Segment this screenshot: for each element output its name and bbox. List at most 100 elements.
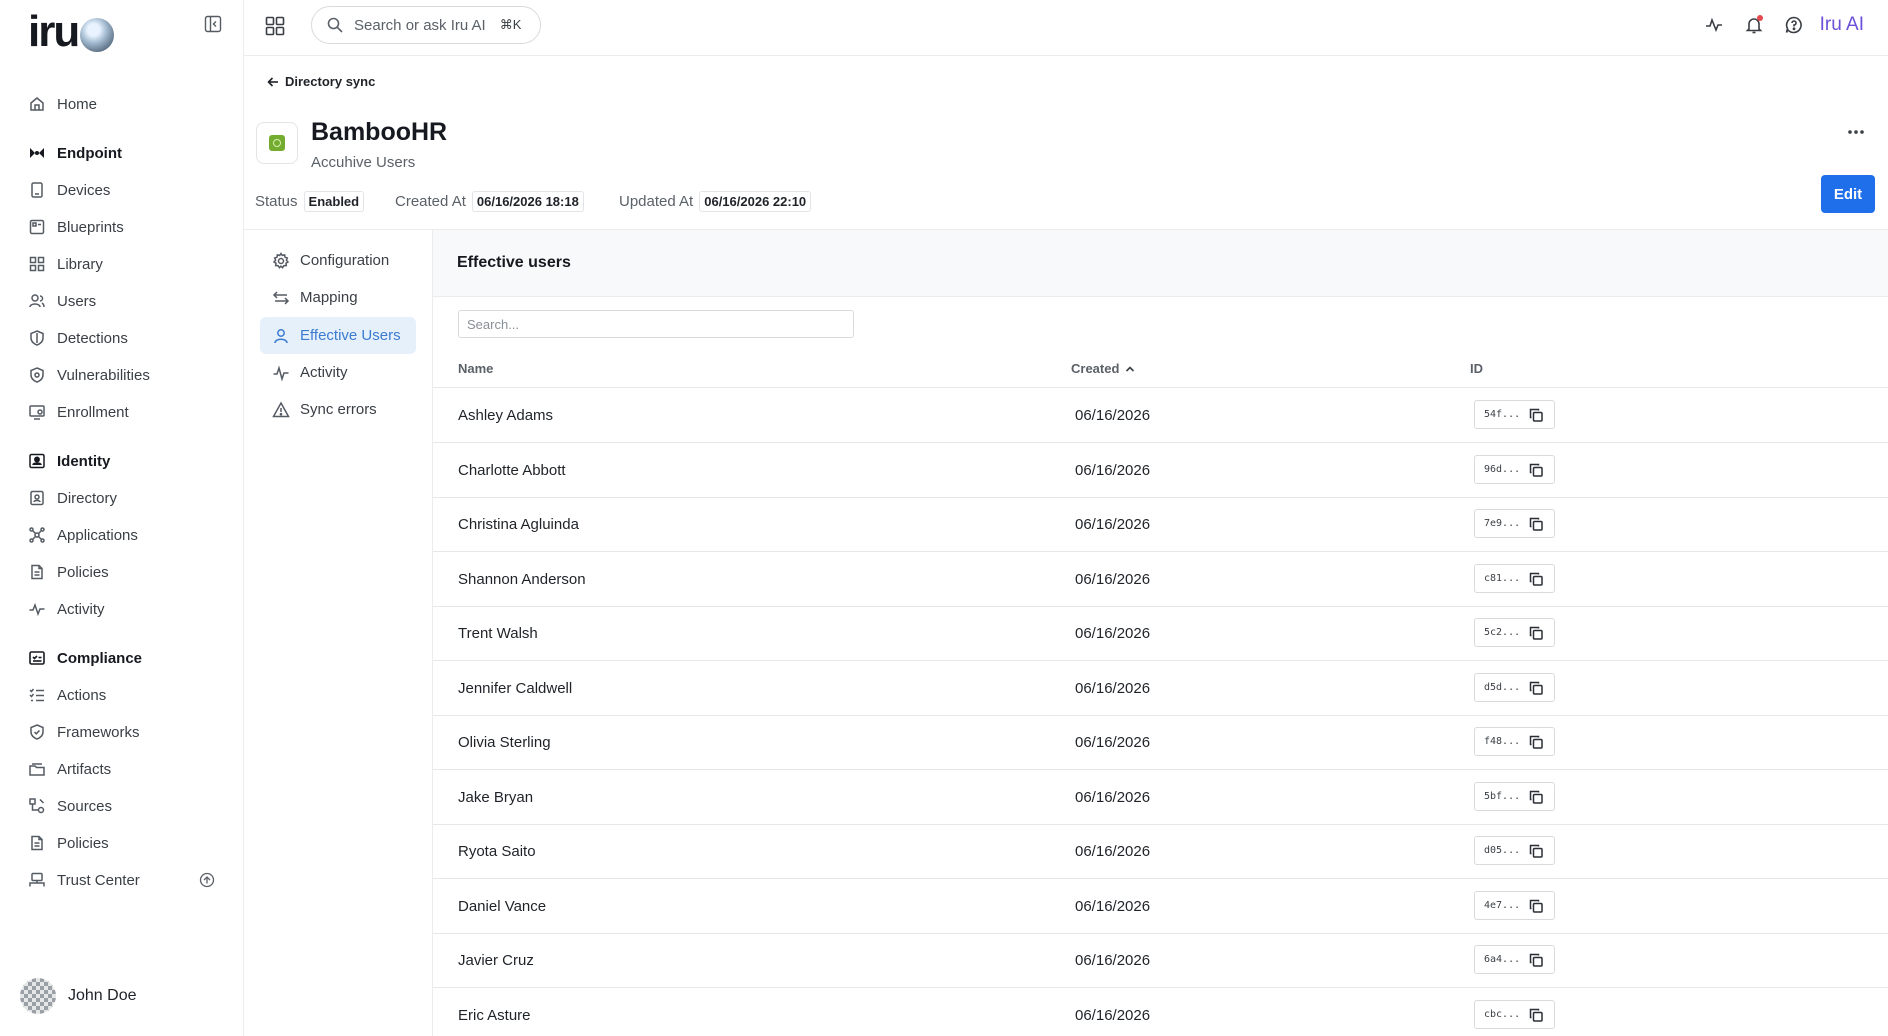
sidebar-item-trust-center[interactable]: Trust Center — [28, 868, 140, 892]
table-row[interactable]: Shannon Anderson 06/16/2026 c81... — [433, 552, 1888, 607]
notification-badge — [1756, 15, 1763, 21]
sidebar-item-label: Artifacts — [57, 760, 112, 778]
user-name-cell: Daniel Vance — [458, 898, 547, 915]
id-value: d05... — [1484, 845, 1521, 856]
copy-icon[interactable] — [1528, 952, 1544, 968]
sidebar-section-endpoint[interactable]: Endpoint — [28, 141, 122, 165]
tab-effective-users[interactable]: Effective Users — [260, 317, 416, 354]
pulse-icon — [28, 600, 46, 618]
id-chip: 5bf... — [1474, 782, 1555, 811]
copy-icon[interactable] — [1528, 407, 1544, 423]
more-options-button[interactable] — [1844, 124, 1868, 140]
copy-icon[interactable] — [1528, 789, 1544, 805]
global-search-input[interactable]: Search or ask Iru AI ⌘K — [311, 6, 541, 44]
table-row[interactable]: Charlotte Abbott 06/16/2026 96d... — [433, 443, 1888, 498]
tab-label: Activity — [300, 364, 348, 381]
identity-icon — [28, 452, 46, 470]
copy-icon[interactable] — [1528, 571, 1544, 587]
users-search-input[interactable] — [458, 310, 854, 338]
copy-icon[interactable] — [1528, 734, 1544, 750]
table-row[interactable]: Jake Bryan 06/16/2026 5bf... — [433, 770, 1888, 825]
user-name-cell: Ryota Saito — [458, 843, 536, 860]
sidebar-section-compliance[interactable]: Compliance — [28, 646, 142, 670]
column-header-label: Name — [458, 361, 494, 376]
column-header-id[interactable]: ID — [1470, 361, 1483, 376]
id-chip: d5d... — [1474, 673, 1555, 702]
more-horizontal-icon — [1848, 130, 1864, 134]
sidebar-item-compliance-policies[interactable]: Policies — [28, 831, 109, 855]
user-name-cell: Shannon Anderson — [458, 571, 586, 588]
policy-icon — [28, 563, 46, 581]
help-chat-icon[interactable] — [1784, 15, 1804, 35]
sidebar-item-library[interactable]: Library — [28, 252, 103, 276]
table-row[interactable]: Christina Agluinda 06/16/2026 7e9... — [433, 497, 1888, 552]
trust-center-upgrade-icon[interactable] — [199, 872, 215, 888]
devices-icon — [28, 181, 46, 199]
iru-logo[interactable]: iru — [28, 10, 115, 54]
tab-activity[interactable]: Activity — [260, 354, 416, 391]
sidebar-item-sources[interactable]: Sources — [28, 794, 112, 818]
id-chip: d05... — [1474, 836, 1555, 865]
id-value: d5d... — [1484, 682, 1521, 693]
id-value: 6a4... — [1484, 954, 1521, 965]
table-row[interactable]: Jennifer Caldwell 06/16/2026 d5d... — [433, 661, 1888, 716]
sidebar-item-actions[interactable]: Actions — [28, 683, 106, 707]
page-title: BambooHR — [311, 118, 448, 146]
sidebar-item-directory[interactable]: Directory — [28, 486, 117, 510]
table-row[interactable]: Eric Asture 06/16/2026 cbc... — [433, 988, 1888, 1036]
id-value: c81... — [1484, 573, 1521, 584]
sidebar-item-home[interactable]: Home — [28, 92, 97, 116]
notifications-bell-icon[interactable] — [1744, 15, 1764, 35]
copy-icon[interactable] — [1528, 516, 1544, 532]
copy-icon[interactable] — [1528, 843, 1544, 859]
table-row[interactable]: Javier Cruz 06/16/2026 6a4... — [433, 933, 1888, 988]
id-value: cbc... — [1484, 1009, 1521, 1020]
sidebar-item-devices[interactable]: Devices — [28, 178, 110, 202]
sidebar-item-identity-policies[interactable]: Policies — [28, 560, 109, 584]
iru-ai-button[interactable]: Iru AI — [1820, 14, 1864, 36]
sidebar-item-label: Enrollment — [57, 403, 129, 421]
sidebar-item-vulnerabilities[interactable]: Vulnerabilities — [28, 363, 150, 387]
sidebar-item-activity[interactable]: Activity — [28, 597, 105, 621]
column-header-name[interactable]: Name — [458, 361, 493, 376]
copy-icon[interactable] — [1528, 625, 1544, 641]
topbar-actions: Iru AI — [1684, 14, 1864, 36]
sidebar-item-artifacts[interactable]: Artifacts — [28, 757, 111, 781]
chevron-up-icon — [1124, 363, 1136, 375]
copy-icon[interactable] — [1528, 462, 1544, 478]
sidebar-item-applications[interactable]: Applications — [28, 523, 138, 547]
edit-button[interactable]: Edit — [1821, 175, 1875, 213]
tab-mapping[interactable]: Mapping — [260, 279, 416, 316]
collapse-sidebar-button[interactable] — [203, 14, 223, 34]
copy-icon[interactable] — [1528, 1007, 1544, 1023]
back-to-directory-sync-link[interactable]: Directory sync — [266, 74, 375, 89]
page-subtitle: Accuhive Users — [311, 154, 416, 171]
sidebar-section-identity[interactable]: Identity — [28, 449, 110, 473]
table-row[interactable]: Olivia Sterling 06/16/2026 f48... — [433, 715, 1888, 770]
table-row[interactable]: Daniel Vance 06/16/2026 4e7... — [433, 879, 1888, 934]
sidebar-item-blueprints[interactable]: Blueprints — [28, 215, 124, 239]
table-row[interactable]: Ashley Adams 06/16/2026 54f... — [433, 388, 1888, 443]
table-row[interactable]: Trent Walsh 06/16/2026 5c2... — [433, 606, 1888, 661]
apps-grid-button[interactable] — [264, 15, 286, 37]
copy-icon[interactable] — [1528, 898, 1544, 914]
copy-icon[interactable] — [1528, 680, 1544, 696]
sidebar-item-frameworks[interactable]: Frameworks — [28, 720, 140, 744]
user-profile[interactable]: John Doe — [20, 978, 137, 1014]
tab-sync-errors[interactable]: Sync errors — [260, 391, 416, 428]
status-badge: Enabled — [303, 190, 365, 212]
column-header-created[interactable]: Created — [1071, 361, 1136, 376]
sidebar-item-label: Activity — [57, 600, 105, 618]
sidebar-item-label: Policies — [57, 834, 109, 852]
id-chip: 54f... — [1474, 400, 1555, 429]
sidebar-item-enrollment[interactable]: Enrollment — [28, 400, 129, 424]
user-name-cell: Eric Asture — [458, 1007, 531, 1024]
sidebar-item-detections[interactable]: Detections — [28, 326, 128, 350]
sidebar-item-users[interactable]: Users — [28, 289, 96, 313]
sidebar-item-label: Home — [57, 95, 98, 113]
id-value: 4e7... — [1484, 900, 1521, 911]
activity-pulse-icon[interactable] — [1704, 15, 1724, 35]
tab-configuration[interactable]: Configuration — [260, 242, 416, 279]
home-icon — [28, 95, 46, 113]
table-row[interactable]: Ryota Saito 06/16/2026 d05... — [433, 824, 1888, 879]
